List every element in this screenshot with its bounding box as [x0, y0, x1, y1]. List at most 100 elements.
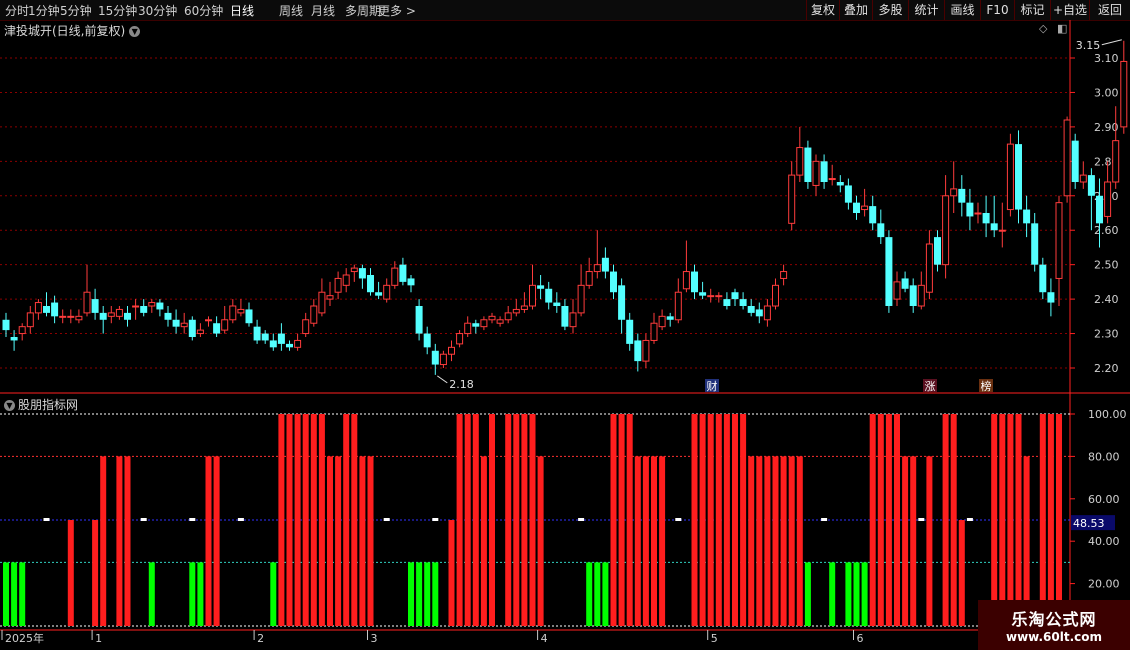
indicator-bar-112	[910, 456, 917, 626]
indicator-bar-55	[448, 520, 455, 626]
indicator-marker-71	[578, 518, 585, 521]
candle-6	[51, 295, 59, 324]
candle-34	[277, 323, 285, 351]
event-marker-2: 榜	[981, 379, 992, 393]
indicator-bar-86	[699, 414, 706, 626]
min-price-label: 2.18	[449, 378, 474, 391]
candle-113	[917, 271, 925, 310]
indicator-bar-26	[213, 456, 220, 626]
candle-21	[172, 309, 180, 334]
candle-body-130	[1055, 202, 1063, 279]
candle-49	[399, 257, 407, 286]
candle-body-31	[253, 326, 261, 341]
indicator-bar-63	[513, 414, 520, 626]
candle-15	[124, 306, 131, 327]
candle-70	[569, 299, 577, 334]
indicator-bar-98	[796, 456, 803, 626]
candle-61	[496, 316, 504, 327]
candle-24	[196, 323, 204, 337]
candle-12	[99, 306, 107, 334]
indicator-bar-93	[756, 456, 763, 626]
candle-body-86	[699, 292, 707, 296]
candle-body-22	[180, 322, 188, 328]
current-value-label: 48.53	[1073, 517, 1105, 530]
candle-body-74	[601, 257, 609, 272]
indicator-bar-51	[416, 562, 423, 626]
indicator-bar-62	[505, 414, 512, 626]
candle-64	[520, 292, 528, 313]
min-arrow-1	[437, 375, 448, 384]
candle-62	[504, 306, 512, 324]
candle-body-53	[431, 350, 439, 365]
candle-body-105	[853, 202, 860, 213]
candle-body-122	[990, 223, 998, 231]
candle-125	[1015, 130, 1022, 224]
candle-39	[318, 278, 326, 317]
candle-body-60	[488, 315, 496, 321]
indicator-bar-90	[732, 414, 738, 626]
candle-129	[1047, 278, 1055, 317]
candle-body-103	[836, 182, 844, 186]
candle-body-109	[885, 237, 893, 306]
candle-51	[415, 299, 423, 341]
stock-chart-svg[interactable]: 2.202.302.402.502.602.702.802.903.003.10…	[0, 0, 1130, 650]
candle-body-15	[124, 312, 131, 320]
indicator-bar-95	[772, 456, 779, 626]
candle-body-17	[140, 306, 148, 313]
candle-69	[561, 299, 569, 331]
candle-body-16	[132, 305, 140, 308]
indicator-bar-35	[286, 414, 293, 626]
candle-body-113	[917, 284, 925, 307]
candle-101	[820, 154, 828, 189]
candle-body-3	[26, 312, 34, 328]
candle-body-43	[350, 267, 358, 273]
candle-13	[107, 306, 115, 324]
candle-body-95	[772, 284, 779, 307]
indicator-bar-73	[594, 562, 601, 626]
candle-body-66	[537, 285, 545, 289]
candle-body-92	[747, 306, 755, 313]
candle-body-45	[367, 275, 374, 293]
indicator-bar-123	[999, 414, 1006, 626]
indicator-bar-41	[335, 456, 342, 626]
candle-body-28	[229, 305, 237, 321]
candle-122	[990, 195, 998, 238]
indicator-bar-94	[764, 456, 771, 626]
candle-body-9	[75, 315, 83, 321]
indicator-bar-106	[861, 562, 868, 626]
candle-body-39	[318, 291, 326, 314]
indicator-bar-107	[869, 414, 876, 626]
candle-body-4	[34, 302, 42, 314]
candle-57	[464, 316, 472, 337]
candle-96	[780, 264, 788, 286]
candle-body-37	[302, 319, 310, 335]
candle-55	[448, 340, 455, 362]
candle-body-57	[464, 322, 472, 335]
candles-group	[2, 40, 1128, 375]
candle-33	[269, 333, 277, 351]
candle-121	[982, 195, 990, 238]
candle-73	[593, 230, 601, 279]
date-tick-label-4: 4	[541, 632, 548, 645]
candle-body-64	[520, 305, 528, 310]
date-tick-label-0: 2025年	[5, 631, 44, 645]
indicator-bar-2	[19, 562, 26, 626]
candle-body-49	[399, 264, 407, 282]
indicator-bar-57	[464, 414, 471, 626]
indicator-tick-label-0: 20.00	[1088, 578, 1120, 591]
indicator-bar-15	[124, 456, 131, 626]
candle-body-7	[59, 315, 67, 318]
candle-body-73	[593, 264, 601, 273]
candle-17	[140, 299, 148, 317]
candle-body-18	[148, 302, 156, 307]
candle-66	[537, 275, 545, 300]
candle-body-136	[1104, 181, 1112, 217]
candle-body-42	[342, 274, 350, 286]
price-tick-label-7: 2.90	[1094, 121, 1119, 134]
candle-112	[909, 278, 917, 313]
candle-body-59	[480, 319, 488, 328]
candle-5	[43, 292, 50, 317]
candle-67	[545, 281, 553, 310]
indicator-bar-8	[67, 520, 74, 626]
candle-100	[812, 154, 820, 196]
